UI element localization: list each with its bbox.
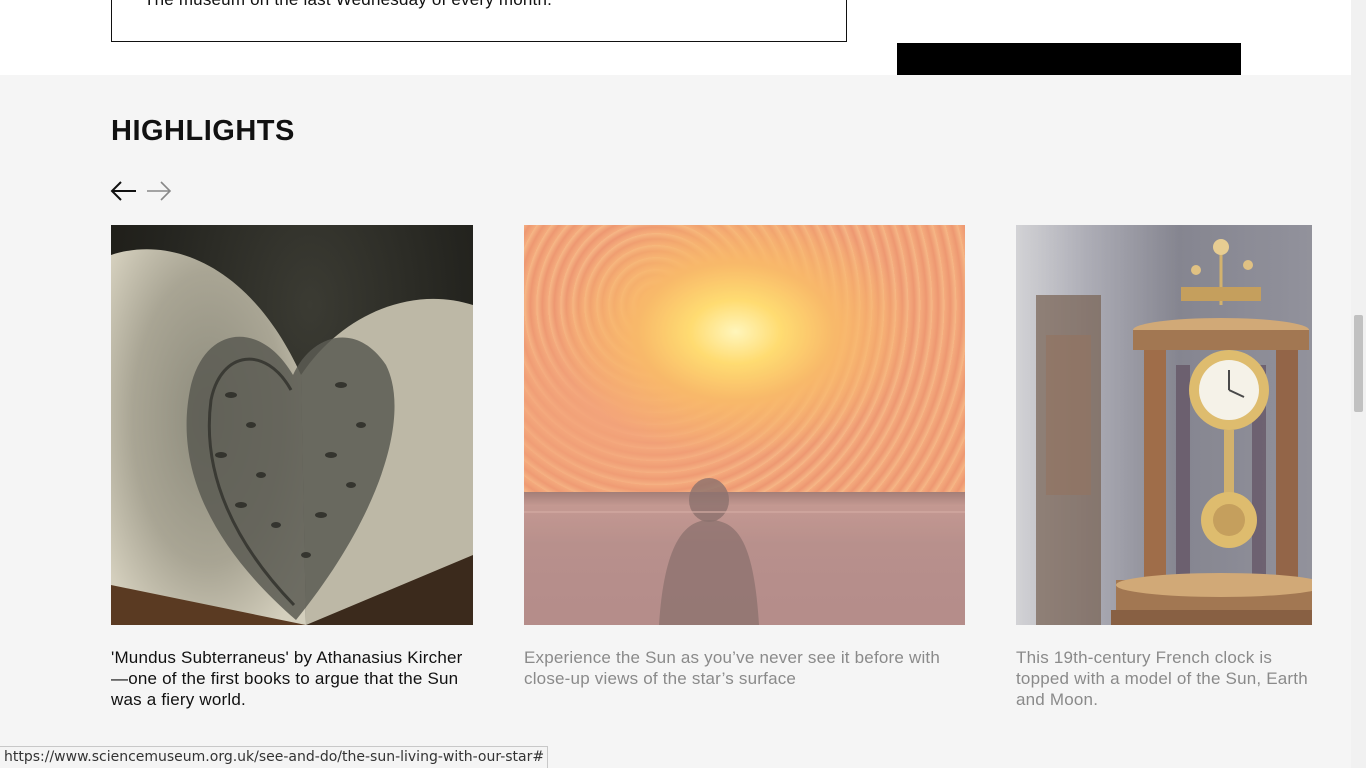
carousel-prev-button[interactable]	[110, 179, 138, 203]
page: The museum on the last Wednesday of ever…	[0, 0, 1366, 768]
highlight-caption[interactable]: This 19th-century French clock is topped…	[1016, 647, 1312, 710]
french-clock-image[interactable]	[1016, 225, 1312, 625]
highlight-card[interactable]: 'Mundus Subterraneus' by Athanasius Kirc…	[111, 225, 473, 710]
highlight-caption[interactable]: 'Mundus Subterraneus' by Athanasius Kirc…	[111, 647, 473, 710]
book-illustration	[111, 249, 473, 625]
link-status-bar: https://www.sciencemuseum.org.uk/see-and…	[0, 746, 549, 768]
highlight-card[interactable]: Experience the Sun as you’ve never see i…	[524, 225, 965, 689]
info-region: The museum on the last Wednesday of ever…	[0, 0, 1351, 75]
highlight-card[interactable]: This 19th-century French clock is topped…	[1016, 225, 1312, 710]
sun-surface-image[interactable]	[524, 225, 965, 625]
highlight-caption[interactable]: Experience the Sun as you’ve never see i…	[524, 647, 965, 689]
arrow-left-icon	[110, 181, 136, 201]
page-scrollbar[interactable]	[1351, 0, 1366, 768]
book-heart-pages-image[interactable]	[111, 225, 473, 625]
book-tickets-button[interactable]	[897, 43, 1241, 75]
info-box-text: The museum on the last Wednesday of ever…	[144, 0, 552, 10]
highlights-title: HIGHLIGHTS	[111, 115, 295, 147]
arrow-right-icon	[147, 181, 172, 201]
carousel-next-button[interactable]	[145, 179, 173, 203]
scrollbar-thumb[interactable]	[1354, 315, 1363, 412]
highlights-section: HIGHLIGHTS 'Mundus Subterraneus' by Atha…	[0, 75, 1351, 768]
info-box: The museum on the last Wednesday of ever…	[111, 0, 847, 42]
